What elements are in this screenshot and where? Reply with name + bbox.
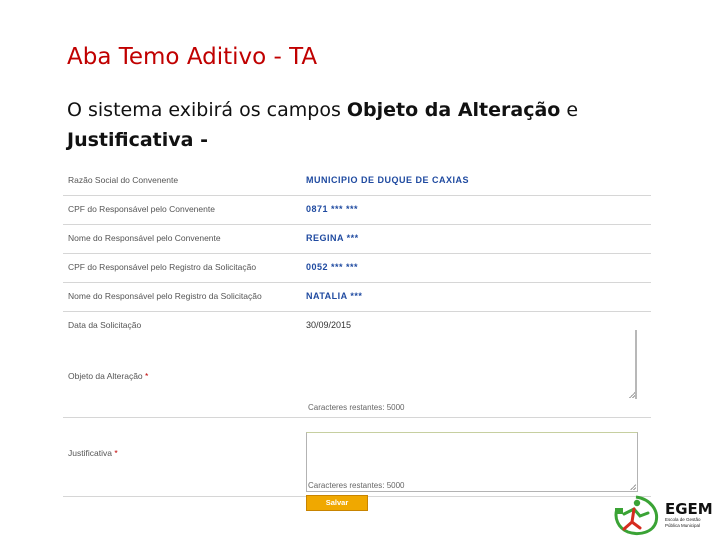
objeto-label-text: Objeto da Alteração: [68, 371, 143, 381]
objeto-alteracao-textarea[interactable]: [306, 330, 637, 399]
field-label: CPF do Responsável pelo Registro da Soli…: [68, 262, 257, 272]
termo-aditivo-form: Razão Social do Convenente MUNICIPIO DE …: [63, 167, 651, 497]
field-value: 0871 *** ***: [306, 204, 359, 214]
field-label: Nome do Responsável pelo Registro da Sol…: [68, 291, 262, 301]
body-bold-justificativa: Justificativa: [67, 129, 194, 151]
form-row-razao-social: Razão Social do Convenente MUNICIPIO DE …: [63, 167, 651, 196]
field-value: 0052 *** ***: [306, 262, 359, 272]
field-value: 30/09/2015: [306, 320, 352, 330]
resize-grip-icon[interactable]: [629, 392, 635, 398]
form-row-justificativa: Justificativa * Caracteres restantes: 50…: [63, 418, 651, 497]
form-row-cpf-responsavel-convenente: CPF do Responsável pelo Convenente 0871 …: [63, 196, 651, 225]
field-label: CPF do Responsável pelo Convenente: [68, 204, 215, 214]
field-label: Justificativa *: [68, 448, 118, 458]
justificativa-label-text: Justificativa: [68, 448, 112, 458]
resize-grip-icon[interactable]: [630, 484, 636, 490]
form-row-cpf-responsavel-registro: CPF do Responsável pelo Registro da Soli…: [63, 254, 651, 283]
form-row-nome-responsavel-convenente: Nome do Responsável pelo Convenente REGI…: [63, 225, 651, 254]
required-mark: *: [145, 371, 149, 381]
body-text: O sistema exibirá os campos: [67, 99, 347, 121]
egem-logo-icon: [614, 495, 659, 536]
slide-body: O sistema exibirá os campos Objeto da Al…: [67, 95, 667, 155]
body-text-suffix: -: [193, 129, 208, 151]
field-value: NATALIA ***: [306, 291, 363, 301]
field-label: Razão Social do Convenente: [68, 175, 179, 185]
logo-name: EGEM: [665, 500, 713, 518]
logo-subtitle: Escola de Gestão Pública Municipal: [665, 517, 701, 528]
field-label: Objeto da Alteração *: [68, 371, 148, 381]
body-bold-objeto: Objeto da Alteração: [346, 99, 561, 121]
save-button[interactable]: Salvar: [306, 495, 368, 511]
field-value: REGINA ***: [306, 233, 359, 243]
form-row-nome-responsavel-registro: Nome do Responsável pelo Registro da Sol…: [63, 283, 651, 312]
required-mark: *: [114, 448, 118, 458]
field-label: Data da Solicitação: [68, 320, 142, 330]
body-text-mid: e: [560, 99, 579, 121]
form-row-objeto-alteracao: Objeto da Alteração * Caracteres restant…: [63, 330, 651, 418]
field-label: Nome do Responsável pelo Convenente: [68, 233, 221, 243]
slide-title: Aba Temo Aditivo - TA: [67, 44, 318, 70]
justificativa-char-counter: Caracteres restantes: 5000: [308, 481, 405, 490]
objeto-char-counter: Caracteres restantes: 5000: [308, 403, 405, 412]
field-value: MUNICIPIO DE DUQUE DE CAXIAS: [306, 175, 470, 185]
